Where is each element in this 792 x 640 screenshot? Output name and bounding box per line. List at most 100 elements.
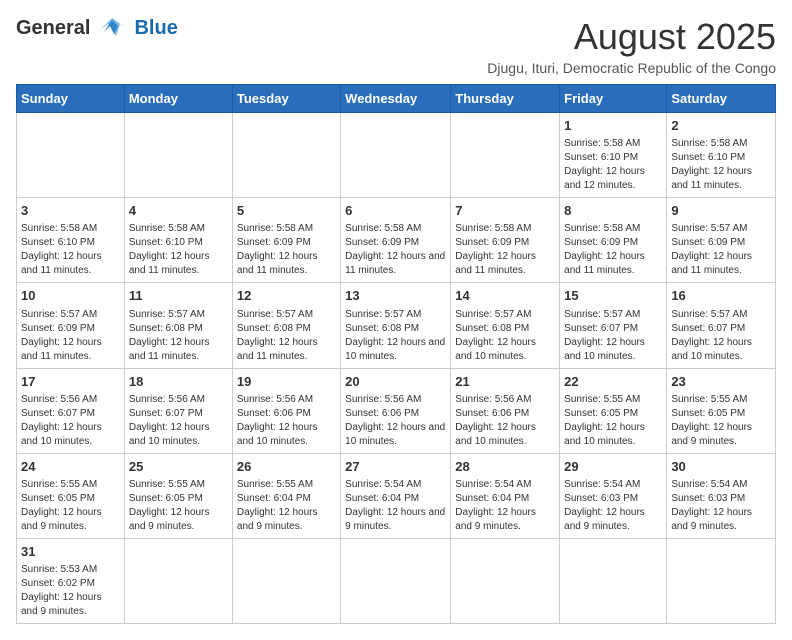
calendar-cell: 22 Sunrise: 5:55 AM Sunset: 6:05 PM Dayli… — [560, 368, 667, 453]
day-number: 7 — [455, 202, 555, 220]
calendar-cell: 10Sunrise: 5:57 AM Sunset: 6:09 PM Dayli… — [17, 283, 125, 368]
calendar-table: SundayMondayTuesdayWednesdayThursdayFrid… — [16, 84, 776, 624]
calendar-week-3: 10Sunrise: 5:57 AM Sunset: 6:09 PM Dayli… — [17, 283, 776, 368]
calendar-cell — [124, 113, 232, 198]
calendar-cell: 12Sunrise: 5:57 AM Sunset: 6:08 PM Dayli… — [232, 283, 340, 368]
calendar-week-1: 1 Sunrise: 5:58 AM Sunset: 6:10 PM Daylig… — [17, 113, 776, 198]
calendar-week-6: 31Sunrise: 5:53 AM Sunset: 6:02 PM Dayli… — [17, 538, 776, 623]
calendar-cell: 3 Sunrise: 5:58 AM Sunset: 6:10 PM Daylig… — [17, 198, 125, 283]
title-area: August 2025 Djugu, Ituri, Democratic Rep… — [487, 16, 776, 76]
day-number: 3 — [21, 202, 120, 220]
day-info: Sunrise: 5:57 AM Sunset: 6:08 PM Dayligh… — [455, 308, 555, 364]
day-info: Sunrise: 5:55 AM Sunset: 6:05 PM Dayligh… — [671, 393, 771, 449]
calendar-cell — [560, 538, 667, 623]
calendar-cell: 30Sunrise: 5:54 AM Sunset: 6:03 PM Dayli… — [667, 453, 776, 538]
col-header-sunday: Sunday — [17, 85, 125, 113]
day-number: 15 — [564, 287, 662, 305]
calendar-cell: 6 Sunrise: 5:58 AM Sunset: 6:09 PM Daylig… — [341, 198, 451, 283]
calendar-cell: 21Sunrise: 5:56 AM Sunset: 6:06 PM Dayli… — [451, 368, 560, 453]
calendar-cell: 27 Sunrise: 5:54 AM Sunset: 6:04 PM Dayli… — [341, 453, 451, 538]
calendar-cell — [341, 538, 451, 623]
calendar-cell — [17, 113, 125, 198]
calendar-cell — [232, 538, 340, 623]
day-number: 23 — [671, 373, 771, 391]
day-info: Sunrise: 5:55 AM Sunset: 6:05 PM Dayligh… — [129, 478, 228, 534]
day-number: 29 — [564, 458, 662, 476]
day-info: Sunrise: 5:56 AM Sunset: 6:07 PM Dayligh… — [129, 393, 228, 449]
calendar-cell: 13 Sunrise: 5:57 AM Sunset: 6:08 PM Dayli… — [341, 283, 451, 368]
day-number: 11 — [129, 287, 228, 305]
day-number: 21 — [455, 373, 555, 391]
calendar-cell: 15 Sunrise: 5:57 AM Sunset: 6:07 PM Dayli… — [560, 283, 667, 368]
day-number: 1 — [564, 117, 662, 135]
day-number: 22 — [564, 373, 662, 391]
col-header-monday: Monday — [124, 85, 232, 113]
calendar-cell: 19 Sunrise: 5:56 AM Sunset: 6:06 PM Dayli… — [232, 368, 340, 453]
calendar-cell: 25Sunrise: 5:55 AM Sunset: 6:05 PM Dayli… — [124, 453, 232, 538]
day-info: Sunrise: 5:58 AM Sunset: 6:09 PM Dayligh… — [345, 222, 446, 278]
day-info: Sunrise: 5:54 AM Sunset: 6:04 PM Dayligh… — [345, 478, 446, 534]
day-info: Sunrise: 5:57 AM Sunset: 6:07 PM Dayligh… — [564, 308, 662, 364]
day-info: Sunrise: 5:58 AM Sunset: 6:10 PM Dayligh… — [671, 137, 771, 193]
calendar-cell: 2 Sunrise: 5:58 AM Sunset: 6:10 PM Daylig… — [667, 113, 776, 198]
day-number: 5 — [237, 202, 336, 220]
day-number: 14 — [455, 287, 555, 305]
col-header-wednesday: Wednesday — [341, 85, 451, 113]
calendar-cell: 9Sunrise: 5:57 AM Sunset: 6:09 PM Daylig… — [667, 198, 776, 283]
calendar-header-row: SundayMondayTuesdayWednesdayThursdayFrid… — [17, 85, 776, 113]
calendar-week-5: 24 Sunrise: 5:55 AM Sunset: 6:05 PM Dayli… — [17, 453, 776, 538]
day-number: 18 — [129, 373, 228, 391]
calendar-cell — [232, 113, 340, 198]
calendar-cell: 4Sunrise: 5:58 AM Sunset: 6:10 PM Daylig… — [124, 198, 232, 283]
day-info: Sunrise: 5:56 AM Sunset: 6:06 PM Dayligh… — [237, 393, 336, 449]
calendar-cell — [341, 113, 451, 198]
day-number: 8 — [564, 202, 662, 220]
calendar-cell — [451, 538, 560, 623]
page-header: General Blue August 2025 Djugu, Ituri, D… — [16, 16, 776, 76]
day-info: Sunrise: 5:57 AM Sunset: 6:07 PM Dayligh… — [671, 308, 771, 364]
day-info: Sunrise: 5:58 AM Sunset: 6:10 PM Dayligh… — [564, 137, 662, 193]
day-number: 13 — [345, 287, 446, 305]
calendar-cell: 18 Sunrise: 5:56 AM Sunset: 6:07 PM Dayli… — [124, 368, 232, 453]
logo-bird-icon — [94, 16, 130, 40]
calendar-cell: 17Sunrise: 5:56 AM Sunset: 6:07 PM Dayli… — [17, 368, 125, 453]
day-info: Sunrise: 5:58 AM Sunset: 6:10 PM Dayligh… — [21, 222, 120, 278]
calendar-cell: 1 Sunrise: 5:58 AM Sunset: 6:10 PM Daylig… — [560, 113, 667, 198]
day-info: Sunrise: 5:55 AM Sunset: 6:05 PM Dayligh… — [564, 393, 662, 449]
day-number: 17 — [21, 373, 120, 391]
day-info: Sunrise: 5:54 AM Sunset: 6:04 PM Dayligh… — [455, 478, 555, 534]
calendar-cell: 7 Sunrise: 5:58 AM Sunset: 6:09 PM Daylig… — [451, 198, 560, 283]
calendar-week-4: 17 Sunrise: 5:56 AM Sunset: 6:07 PM Dayli… — [17, 368, 776, 453]
day-number: 24 — [21, 458, 120, 476]
calendar-cell: 20 Sunrise: 5:56 AM Sunset: 6:06 PM Dayli… — [341, 368, 451, 453]
day-number: 20 — [345, 373, 446, 391]
day-number: 19 — [237, 373, 336, 391]
calendar-cell: 11Sunrise: 5:57 AM Sunset: 6:08 PM Dayli… — [124, 283, 232, 368]
day-number: 31 — [21, 543, 120, 561]
day-number: 27 — [345, 458, 446, 476]
calendar-cell: 31Sunrise: 5:53 AM Sunset: 6:02 PM Dayli… — [17, 538, 125, 623]
calendar-cell: 26Sunrise: 5:55 AM Sunset: 6:04 PM Dayli… — [232, 453, 340, 538]
calendar-cell: 23 Sunrise: 5:55 AM Sunset: 6:05 PM Dayli… — [667, 368, 776, 453]
day-number: 9 — [671, 202, 771, 220]
col-header-thursday: Thursday — [451, 85, 560, 113]
calendar-cell: 29Sunrise: 5:54 AM Sunset: 6:03 PM Dayli… — [560, 453, 667, 538]
day-info: Sunrise: 5:56 AM Sunset: 6:06 PM Dayligh… — [345, 393, 446, 449]
subtitle: Djugu, Ituri, Democratic Republic of the… — [487, 60, 776, 76]
day-number: 26 — [237, 458, 336, 476]
calendar-cell: 14 Sunrise: 5:57 AM Sunset: 6:08 PM Dayli… — [451, 283, 560, 368]
day-info: Sunrise: 5:57 AM Sunset: 6:08 PM Dayligh… — [237, 308, 336, 364]
day-number: 6 — [345, 202, 446, 220]
calendar-cell: 24 Sunrise: 5:55 AM Sunset: 6:05 PM Dayli… — [17, 453, 125, 538]
calendar-cell: 28 Sunrise: 5:54 AM Sunset: 6:04 PM Dayli… — [451, 453, 560, 538]
calendar-week-2: 3 Sunrise: 5:58 AM Sunset: 6:10 PM Daylig… — [17, 198, 776, 283]
day-info: Sunrise: 5:57 AM Sunset: 6:08 PM Dayligh… — [345, 308, 446, 364]
calendar-cell — [451, 113, 560, 198]
day-info: Sunrise: 5:55 AM Sunset: 6:05 PM Dayligh… — [21, 478, 120, 534]
day-number: 28 — [455, 458, 555, 476]
day-number: 2 — [671, 117, 771, 135]
calendar-cell: 16Sunrise: 5:57 AM Sunset: 6:07 PM Dayli… — [667, 283, 776, 368]
day-info: Sunrise: 5:58 AM Sunset: 6:09 PM Dayligh… — [455, 222, 555, 278]
col-header-saturday: Saturday — [667, 85, 776, 113]
calendar-cell — [124, 538, 232, 623]
